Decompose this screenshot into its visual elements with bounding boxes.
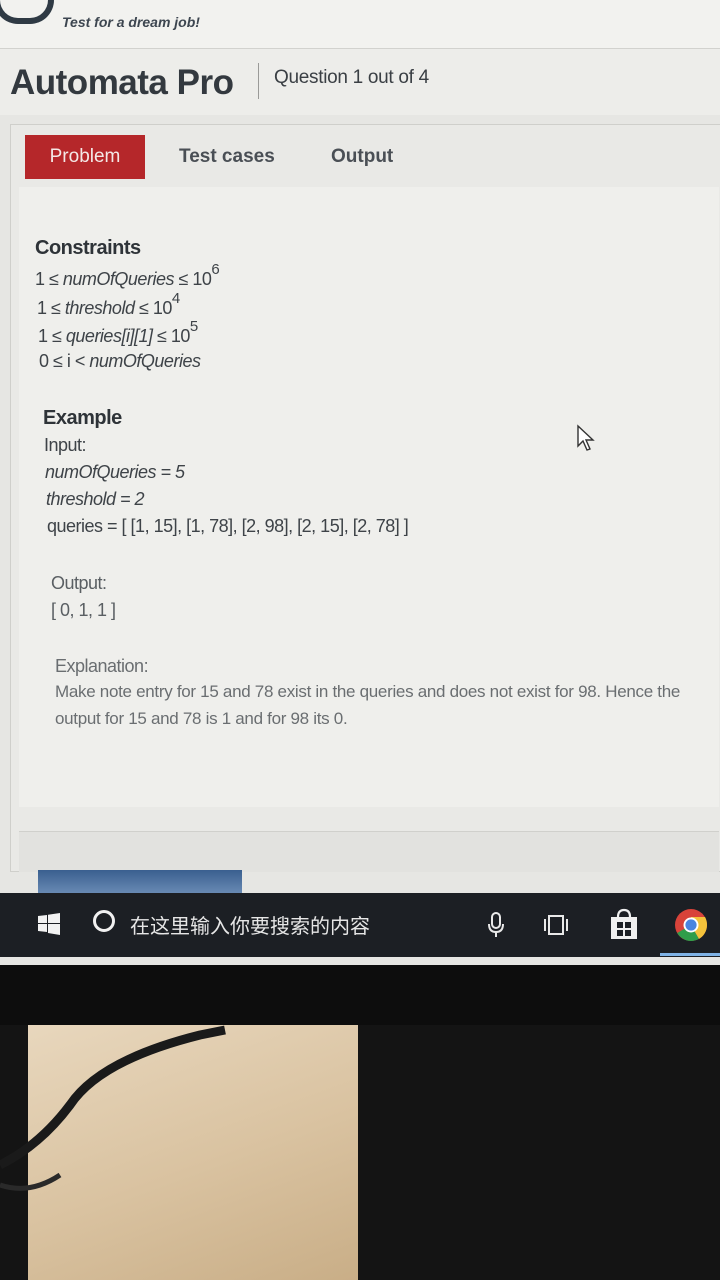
output-value: [ 0, 1, 1 ] <box>51 600 116 620</box>
constraint-prefix: 0 ≤ i < <box>39 351 90 371</box>
example-heading: Example <box>43 407 122 429</box>
header-divider <box>258 63 259 99</box>
constraint-variable: threshold <box>64 298 135 318</box>
constraint-exponent: 5 <box>189 318 198 335</box>
constraint-prefix: 1 ≤ <box>38 326 66 346</box>
constraint-line: 1 ≤ threshold ≤ 104 <box>37 290 180 319</box>
monitor-bezel <box>0 965 720 1025</box>
taskbar-search-input[interactable]: 在这里输入你要搜索的内容 <box>130 910 370 939</box>
output-label: Output: <box>51 573 107 593</box>
desk-cable <box>0 1025 226 1191</box>
cortana-icon[interactable] <box>93 910 115 932</box>
example-num-of-queries: numOfQueries = 5 <box>45 462 185 482</box>
taskbar: 在这里输入你要搜索的内容 <box>0 893 720 957</box>
input-label: Input: <box>44 435 87 455</box>
active-app-indicator <box>660 953 720 956</box>
constraint-variable: queries[i][1] <box>65 326 153 346</box>
constraint-exponent: 4 <box>171 290 180 307</box>
explanation-label: Explanation: <box>55 656 149 676</box>
explanation-text: Make note entry for 15 and 78 exist in t… <box>55 682 681 728</box>
constraint-prefix: 1 ≤ <box>35 269 63 289</box>
mic-icon[interactable] <box>487 911 505 939</box>
example-threshold: threshold = 2 <box>46 489 145 509</box>
brand-bar: Test for a dream job! <box>0 0 720 49</box>
constraint-variable: numOfQueries <box>62 269 175 289</box>
constraint-line: 0 ≤ i < numOfQueries <box>39 351 201 372</box>
constraint-exponent: 6 <box>211 261 220 278</box>
problem-content: Constraints 1 ≤ numOfQueries ≤ 106 1 ≤ t… <box>19 187 719 807</box>
constraint-line: 1 ≤ queries[i][1] ≤ 105 <box>38 318 198 347</box>
brand-tagline: Test for a dream job! <box>62 14 200 30</box>
constraint-suffix: ≤ 10 <box>134 298 172 318</box>
problem-panel: Problem Test cases Output Constraints 1 … <box>10 124 720 872</box>
app-title: Automata Pro <box>10 63 234 102</box>
windows-icon[interactable] <box>38 913 60 935</box>
constraint-prefix: 1 ≤ <box>37 298 65 318</box>
constraints-heading: Constraints <box>35 237 141 259</box>
task-view-icon[interactable] <box>540 913 572 937</box>
store-icon[interactable] <box>609 907 639 941</box>
constraint-suffix: ≤ 10 <box>173 269 212 289</box>
monitor-screen: Test for a dream job! Automata Pro Quest… <box>0 0 720 965</box>
constraint-variable: numOfQueries <box>89 351 201 371</box>
chrome-icon[interactable] <box>674 908 708 942</box>
example-queries: queries = [ [1, 15], [1, 78], [2, 98], [… <box>47 516 409 536</box>
brand-logo-icon <box>0 0 54 24</box>
tab-bar: Problem Test cases Output <box>11 125 720 185</box>
tab-test-cases[interactable]: Test cases <box>175 135 279 179</box>
tab-output[interactable]: Output <box>327 135 397 179</box>
app-header: Automata Pro Question 1 out of 4 <box>0 49 720 115</box>
constraint-suffix: ≤ 10 <box>152 326 190 346</box>
tab-problem[interactable]: Problem <box>25 135 145 179</box>
panel-footer <box>19 831 719 872</box>
question-counter: Question 1 out of 4 <box>274 67 429 88</box>
mouse-cursor-icon <box>577 424 595 451</box>
constraint-line: 1 ≤ numOfQueries ≤ 106 <box>35 261 220 290</box>
